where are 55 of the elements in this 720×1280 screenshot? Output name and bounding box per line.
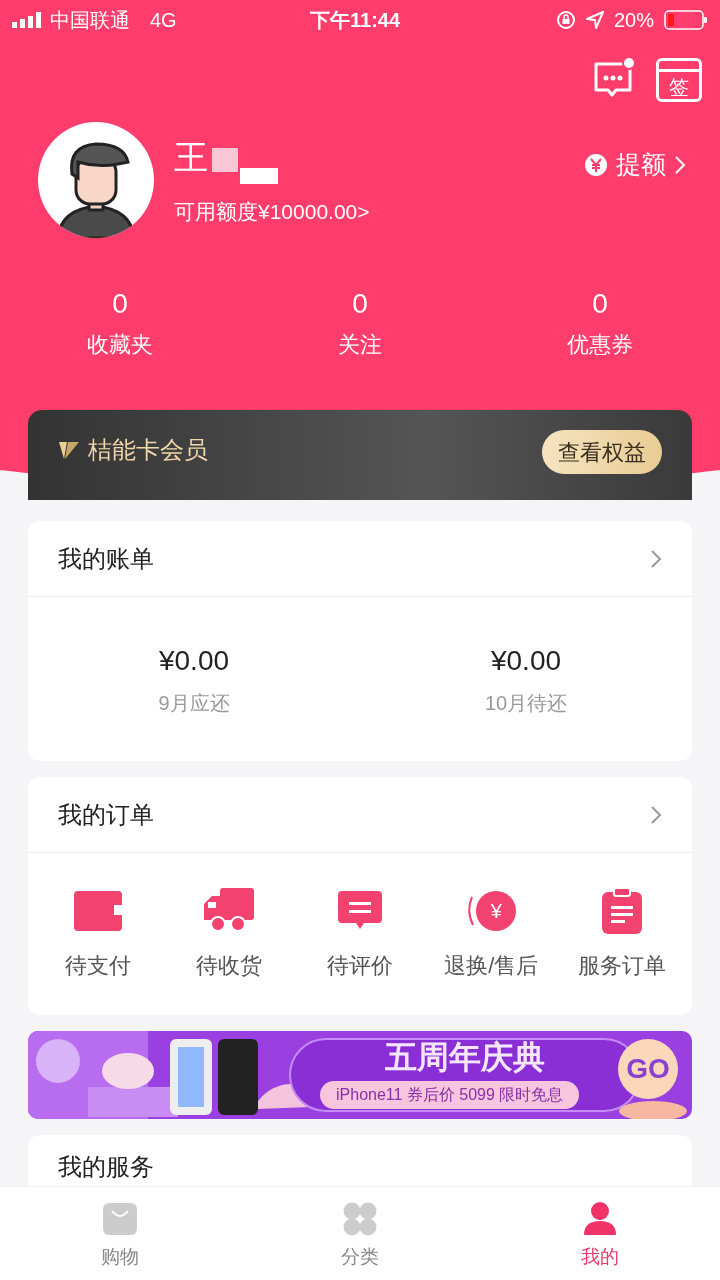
order-status-button[interactable]: 待支付 xyxy=(32,886,164,982)
section-header[interactable]: 我的账单 xyxy=(28,521,692,597)
clover-icon xyxy=(342,1201,378,1237)
stat-label[interactable]: 收藏夹 xyxy=(87,328,153,361)
section-header[interactable]: 我的订单 xyxy=(28,777,692,853)
rotation-lock-icon xyxy=(555,10,576,30)
clipboard-icon xyxy=(602,887,643,934)
stat-label[interactable]: 优惠券 xyxy=(567,328,633,361)
check-in-button[interactable]: 签 xyxy=(656,58,702,102)
battery-icon xyxy=(664,10,708,30)
order-status-button[interactable]: ¥ 退换/售后 xyxy=(425,886,557,982)
order-status-button[interactable]: 待评价 xyxy=(294,886,426,982)
bill-amount: ¥0.00 xyxy=(158,644,230,678)
avatar-icon[interactable] xyxy=(38,122,154,238)
chevron-icon xyxy=(650,804,662,825)
yuan-coin-icon: ¥ xyxy=(476,890,517,931)
bill-label: 10月待还 xyxy=(484,691,568,716)
bag-icon xyxy=(102,1201,138,1237)
wallet-icon xyxy=(73,888,122,933)
carrier-name: 中国联通 xyxy=(50,8,130,33)
user-name: 王 xyxy=(174,140,208,174)
redaction-pixels xyxy=(212,148,278,186)
banner-subtitle: iPhone11 券后价 5099 限时免息 xyxy=(320,1081,580,1109)
bill-label: 9月应还 xyxy=(158,691,230,716)
v-logo-icon xyxy=(58,439,80,461)
stat-count: 0 xyxy=(112,287,128,321)
tab-item[interactable]: 购物 xyxy=(0,1187,240,1280)
stat-count: 0 xyxy=(352,287,368,321)
order-status-button[interactable]: 服务订单 xyxy=(556,886,688,982)
chevron-icon xyxy=(674,154,686,175)
location-icon xyxy=(585,11,604,29)
chevron-icon xyxy=(650,548,662,569)
raise-limit-button[interactable]: 提额 xyxy=(584,146,686,184)
stat-count: 0 xyxy=(592,287,608,321)
membership-card[interactable]: 桔能卡会员 查看权益 xyxy=(28,410,692,500)
section-title: 我的账单 xyxy=(58,543,154,574)
person-icon xyxy=(582,1201,618,1237)
bill-amount: ¥0.00 xyxy=(490,644,562,678)
order-status-button[interactable]: 待收货 xyxy=(163,886,295,982)
battery-percent: 20% xyxy=(613,8,654,33)
membership-title: 桔能卡会员 xyxy=(88,435,208,465)
yuan-icon xyxy=(584,152,608,177)
signal-icon xyxy=(12,12,44,28)
status-time: 下午11:44 xyxy=(310,8,401,33)
section-title: 我的订单 xyxy=(58,799,154,830)
tab-item[interactable]: 我的 xyxy=(480,1187,720,1280)
promo-banner[interactable]: 五周年庆典 iPhone11 券后价 5099 限时免息 GO xyxy=(28,1031,692,1119)
tab-item[interactable]: 分类 xyxy=(240,1187,480,1280)
view-benefits-button[interactable]: 查看权益 xyxy=(542,430,662,474)
go-label: GO xyxy=(625,1052,671,1086)
return-arc-icon xyxy=(466,895,475,926)
stat-label[interactable]: 关注 xyxy=(338,328,382,361)
section-title: 我的服务 xyxy=(58,1152,155,1182)
credit-limit-link[interactable]: 可用额度¥10000.00> xyxy=(174,196,370,228)
network-type: 4G xyxy=(150,8,177,33)
